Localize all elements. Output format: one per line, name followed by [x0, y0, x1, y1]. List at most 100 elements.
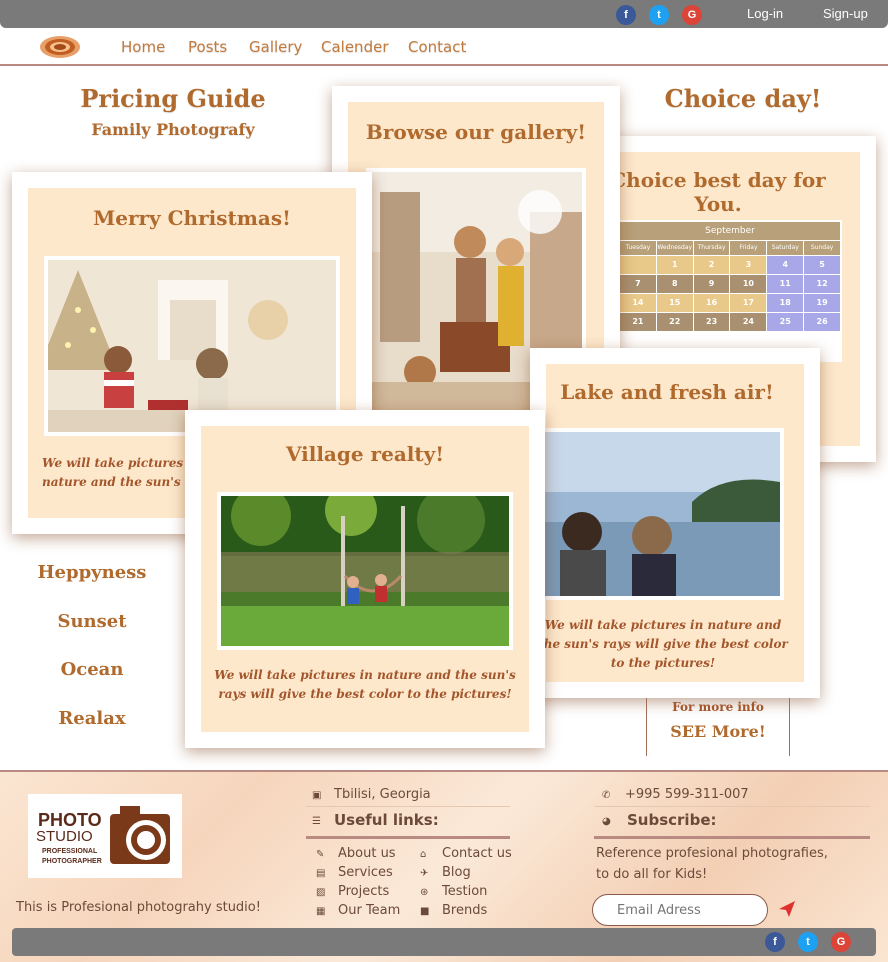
edit-icon: ✎	[316, 849, 325, 860]
subscribe-title: Subscribe:	[627, 811, 717, 829]
more-info-text: For more info	[672, 700, 764, 714]
calendar-cell[interactable]: 3	[730, 256, 767, 274]
calendar-cell[interactable]: 18	[767, 294, 804, 312]
footer-link-team[interactable]: Our Team	[338, 903, 400, 918]
logo-line1: PROFESSIONAL	[42, 848, 98, 855]
see-more-box[interactable]: For more info SEE More!	[646, 698, 790, 756]
login-link[interactable]: Log-in	[747, 6, 783, 21]
calendar-cell[interactable]: 23	[693, 313, 730, 331]
calendar-cell[interactable]: 12	[804, 275, 840, 293]
calendar-day-header: Saturday	[767, 241, 804, 255]
link-realax[interactable]: Realax	[32, 708, 152, 729]
google-icon[interactable]: G	[831, 932, 851, 952]
footer-phone[interactable]: +995 599-311-007	[625, 787, 749, 802]
calendar-cell[interactable]: 4	[767, 256, 804, 274]
pricing-subheading: Family Photografy	[91, 120, 255, 139]
nav-contact[interactable]: Contact	[408, 38, 466, 56]
calendar-cell[interactable]: 19	[804, 294, 840, 312]
calendar-cell[interactable]: 17	[730, 294, 767, 312]
footer-link-testion[interactable]: Testion	[442, 884, 487, 899]
nav-home[interactable]: Home	[121, 38, 165, 56]
address-card-icon: ▣	[312, 790, 322, 801]
bank-icon: ⌂	[420, 849, 427, 860]
calendar-cell[interactable]: 9	[693, 275, 730, 293]
phone-icon: ✆	[602, 790, 611, 801]
link-heppyness[interactable]: Heppyness	[32, 562, 152, 583]
gallery-card-title: Browse our gallery!	[365, 120, 587, 144]
document-icon: ▤	[316, 868, 326, 879]
camera-icon	[110, 806, 170, 864]
subscribe-text-2: to do all for Kids!	[596, 867, 708, 882]
email-input[interactable]	[592, 894, 768, 926]
calendar-cell[interactable]: 21	[620, 313, 656, 331]
village-card-title: Village realty!	[285, 442, 445, 466]
nav-posts[interactable]: Posts	[188, 38, 227, 56]
video-icon: ■	[420, 906, 430, 917]
calendar-day-header: Thursday	[693, 241, 730, 255]
logo-studio-text: STUDIO	[36, 828, 93, 845]
footer-link-about[interactable]: About us	[338, 846, 396, 861]
see-more-link[interactable]: SEE More!	[647, 722, 789, 741]
studio-logo[interactable]: PHOTO STUDIO PROFESSIONAL PHOTOGRAPHER	[28, 794, 182, 878]
bottom-bar: f t G	[12, 928, 876, 956]
calendar-cell[interactable]: 2	[693, 256, 730, 274]
lake-card[interactable]: Lake and fresh air! We will take picture…	[530, 348, 820, 698]
footer-tagline: This is Profesional photograhy studio!	[16, 900, 261, 915]
calendar-day-header: Friday	[730, 241, 767, 255]
camera-logo-icon[interactable]	[38, 32, 82, 60]
grid-icon: ▦	[316, 906, 326, 917]
calendar-cell[interactable]: 16	[693, 294, 730, 312]
twitter-icon[interactable]: t	[798, 932, 818, 952]
choice-card-title: Choice best day for You.	[610, 168, 826, 216]
footer-address: Tbilisi, Georgia	[334, 787, 431, 802]
christmas-photo[interactable]	[48, 260, 336, 432]
calendar-cell[interactable]: 26	[804, 313, 840, 331]
calendar-cell[interactable]: 24	[730, 313, 767, 331]
calendar-widget[interactable]: September Tuesday Wednesday Thursday Fri…	[618, 220, 842, 362]
calendar-cell[interactable]: 15	[656, 294, 693, 312]
send-icon[interactable]	[778, 900, 796, 918]
image-icon: ▨	[316, 887, 326, 898]
christmas-card-text: We will take pictures in nature and the …	[42, 456, 201, 489]
google-icon[interactable]: G	[682, 5, 702, 25]
footer-link-blog[interactable]: Blog	[442, 865, 471, 880]
main-nav: Home Posts Gallery Calender Contact	[0, 28, 888, 66]
calendar-cell[interactable]: 14	[620, 294, 656, 312]
plane-icon: ✈	[420, 868, 429, 879]
nav-gallery[interactable]: Gallery	[249, 38, 302, 56]
nav-calender[interactable]: Calender	[321, 38, 389, 56]
pricing-guide-heading: Pricing Guide	[80, 84, 266, 113]
signup-link[interactable]: Sign-up	[823, 6, 868, 21]
facebook-icon[interactable]: f	[616, 5, 636, 25]
footer-link-services[interactable]: Services	[338, 865, 393, 880]
calendar-cell[interactable]: 1	[656, 256, 693, 274]
top-bar: f t G Log-in Sign-up	[0, 0, 888, 28]
calendar-day-header: Wednesday	[656, 241, 693, 255]
calendar-cell[interactable]	[620, 256, 656, 274]
calendar-cell[interactable]: 22	[656, 313, 693, 331]
calendar-cell[interactable]: 11	[767, 275, 804, 293]
link-sunset[interactable]: Sunset	[32, 611, 152, 632]
calendar-day-header: Tuesday	[620, 241, 656, 255]
village-card-text: We will take pictures in nature and the …	[214, 668, 516, 701]
calendar-cell[interactable]: 7	[620, 275, 656, 293]
calendar-cell[interactable]: 8	[656, 275, 693, 293]
footer-link-projects[interactable]: Projects	[338, 884, 389, 899]
subscribe-text-1: Reference profesional photografies,	[596, 846, 828, 861]
footer-link-contact[interactable]: Contact us	[442, 846, 512, 861]
choice-day-heading: Choice day!	[664, 84, 822, 113]
pie-chart-icon: ◕	[602, 816, 611, 827]
lake-photo[interactable]	[542, 432, 780, 596]
village-photo[interactable]	[221, 496, 509, 646]
calendar-grid: Tuesday Wednesday Thursday Friday Saturd…	[620, 241, 840, 331]
link-ocean[interactable]: Ocean	[32, 659, 152, 680]
calendar-cell[interactable]: 5	[804, 256, 840, 274]
twitter-icon[interactable]: t	[649, 5, 669, 25]
facebook-icon[interactable]: f	[765, 932, 785, 952]
calendar-cell[interactable]: 10	[730, 275, 767, 293]
calendar-cell[interactable]: 25	[767, 313, 804, 331]
footer-link-brends[interactable]: Brends	[442, 903, 487, 918]
list-icon: ☰	[312, 816, 321, 827]
village-card[interactable]: Village realty! We will take pictures in…	[185, 410, 545, 748]
lake-card-text: We will take pictures in nature and the …	[538, 618, 788, 670]
